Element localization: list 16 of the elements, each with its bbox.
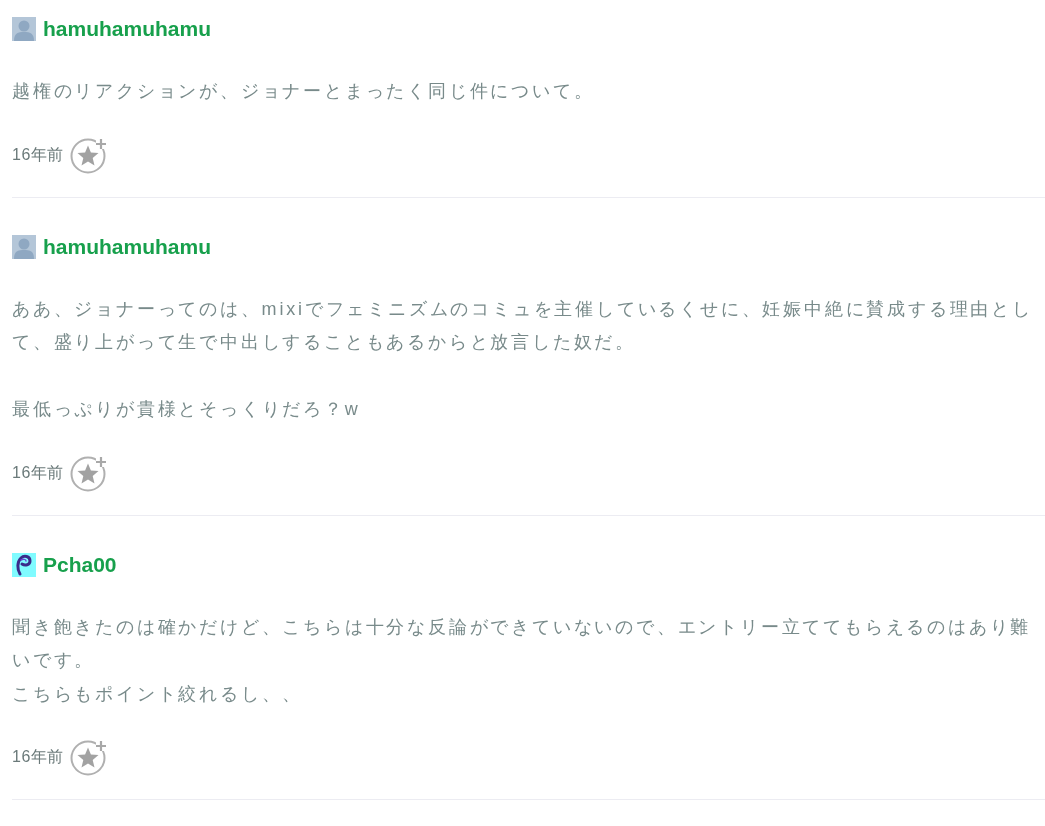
comment-text: 越権のリアクションが、ジョナーとまったく同じ件について。 bbox=[12, 80, 596, 103]
comment-text: ああ、ジョナーってのは、mixiでフェミニズムのコミュを主催しているくせに、妊娠中絶に賛成する理由として、盛り上がって生で中出しすることもあるからと放言した奴だ。 bbox=[12, 297, 1034, 354]
comment-text: 聞き飽きたのは確かだけど、こちらは十分な反論ができていないので、エントリー立ててもらえるのはあり難いです。 bbox=[12, 615, 1033, 672]
star-plus-icon bbox=[69, 738, 108, 776]
comment-text: 最低っぷりが貴様とそっくりだろ？w bbox=[12, 398, 362, 421]
avatar-icon bbox=[12, 552, 36, 577]
username-link[interactable]: hamuhamuhamu bbox=[43, 17, 212, 41]
add-star-button[interactable] bbox=[69, 738, 108, 776]
username-link[interactable]: hamuhamuhamu bbox=[43, 234, 212, 259]
timestamp: 16年前 bbox=[12, 747, 64, 767]
timestamp: 16年前 bbox=[12, 462, 64, 483]
comment-text: こちらもポイント絞れるし、、 bbox=[12, 682, 305, 706]
user-silhouette-icon bbox=[12, 234, 36, 259]
username-link[interactable]: Pcha00 bbox=[43, 552, 117, 577]
user-silhouette-icon bbox=[12, 17, 36, 41]
timestamp: 16年前 bbox=[12, 144, 64, 165]
